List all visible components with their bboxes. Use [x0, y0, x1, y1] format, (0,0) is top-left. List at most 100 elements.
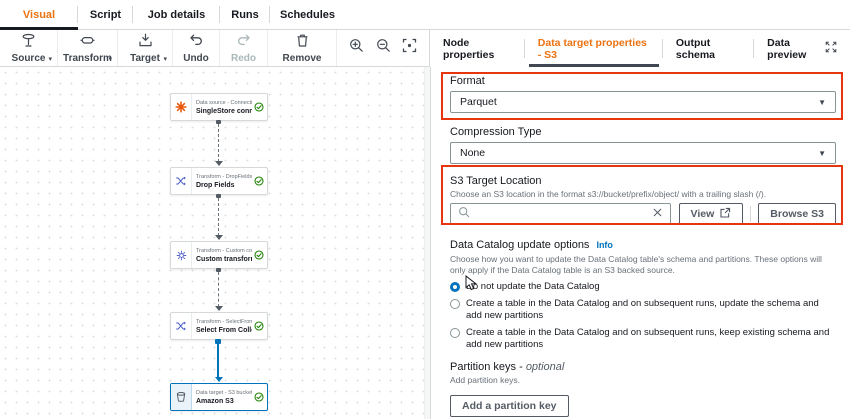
- compression-type-select[interactable]: None ▼: [450, 142, 836, 164]
- s3-target-location-label: S3 Target Location: [450, 175, 836, 188]
- edge-arrowhead: [215, 306, 223, 311]
- compression-select-value: None: [460, 147, 485, 159]
- node-amazon-s3[interactable]: Data target - S3 bucketAmazon S3: [170, 383, 268, 411]
- redo-icon: [236, 33, 251, 53]
- radio-label: Do not update the Data Catalog: [466, 281, 600, 293]
- tab-job-details[interactable]: Job details: [133, 0, 220, 29]
- search-icon: [458, 205, 470, 223]
- output-port[interactable]: [216, 194, 221, 198]
- shuffle-icon: [171, 313, 192, 339]
- success-check-icon: [254, 313, 267, 339]
- zoom-in-icon: [349, 38, 364, 58]
- zoom-out-button[interactable]: [376, 38, 391, 58]
- compression-type-label: Compression Type: [450, 126, 836, 139]
- tab-data-target-properties-s3[interactable]: Data target properties - S3: [525, 30, 663, 67]
- output-port[interactable]: [216, 120, 221, 124]
- properties-tab-bar: Node propertiesData target properties - …: [430, 30, 850, 67]
- node-text: Data source - ConnectionSingleStore conn…: [192, 94, 254, 120]
- edge[interactable]: [218, 272, 219, 307]
- tab-schedules[interactable]: Schedules: [270, 0, 345, 29]
- s3-location-input[interactable]: [476, 208, 646, 220]
- browse-s3-button[interactable]: Browse S3: [758, 203, 836, 225]
- source-tool-button[interactable]: Source▾: [0, 30, 58, 66]
- panel-tab-label: Data preview: [767, 37, 820, 61]
- node-text: Transform - Custom codeCustom transform: [192, 242, 254, 268]
- catalog-option-2[interactable]: Create a table in the Data Catalog and o…: [450, 298, 836, 322]
- catalog-option-1[interactable]: Do not update the Data Catalog: [450, 281, 836, 293]
- caret-down-icon: ▾: [48, 55, 52, 63]
- redo-tool-button: Redo: [220, 30, 268, 66]
- radio-button[interactable]: [450, 299, 460, 309]
- tab-label: Schedules: [280, 9, 335, 21]
- tab-visual[interactable]: Visual: [0, 0, 78, 29]
- external-link-icon: [719, 207, 731, 222]
- node-text: Transform - SelectFromCol...Select From …: [192, 313, 254, 339]
- view-button[interactable]: View: [679, 203, 744, 225]
- transform-tool-button[interactable]: Transform▾: [58, 30, 118, 66]
- radio-button-selected[interactable]: [450, 282, 460, 292]
- format-label: Format: [450, 75, 836, 88]
- tab-script[interactable]: Script: [78, 0, 133, 29]
- target-tool-button[interactable]: Target▾: [118, 30, 173, 66]
- tab-label: Job details: [148, 9, 205, 21]
- success-check-icon: [254, 242, 267, 268]
- shuffle-icon: [171, 168, 192, 194]
- chevron-down-icon: ▼: [818, 98, 826, 107]
- format-select[interactable]: Parquet ▼: [450, 91, 836, 113]
- catalog-options-description: Choose how you want to update the Data C…: [450, 254, 836, 276]
- tab-output-schema[interactable]: Output schema: [663, 30, 754, 67]
- custom-code-icon: [171, 242, 192, 268]
- node-custom-transform[interactable]: Transform - Custom codeCustom transform: [170, 241, 268, 269]
- tab-data-preview[interactable]: Data preview: [754, 30, 850, 67]
- partition-keys-label-text: Partition keys -: [450, 361, 526, 373]
- add-partition-key-button[interactable]: Add a partition key: [450, 395, 569, 417]
- chevron-down-icon: ▼: [818, 149, 826, 158]
- optional-text: optional: [526, 361, 565, 373]
- s3-target-location-description: Choose an S3 location in the format s3:/…: [450, 189, 836, 200]
- zoom-in-button[interactable]: [349, 38, 364, 58]
- radio-button[interactable]: [450, 328, 460, 338]
- node-title: Custom transform: [196, 255, 252, 264]
- browse-s3-button-label: Browse S3: [770, 208, 824, 220]
- radio-label: Create a table in the Data Catalog and o…: [466, 298, 836, 322]
- node-text: Transform - DropFieldsDrop Fields: [192, 168, 254, 194]
- edge-arrowhead: [215, 161, 223, 166]
- s3-bucket-icon: [171, 384, 192, 410]
- expand-icon[interactable]: [825, 41, 837, 56]
- node-caption: Transform - SelectFromCol...: [196, 319, 252, 326]
- info-link[interactable]: Info: [596, 240, 613, 250]
- node-caption: Data target - S3 bucket: [196, 390, 252, 397]
- edge[interactable]: [218, 198, 219, 236]
- partition-keys-description: Add partition keys.: [450, 375, 836, 386]
- edge-selected[interactable]: [217, 343, 219, 378]
- success-check-icon: [254, 384, 267, 410]
- catalog-options-radio-group: Do not update the Data Catalog Create a t…: [450, 281, 836, 351]
- glue-studio-visual-editor: VisualScript Job details Runs Schedules Sou…: [0, 0, 850, 419]
- tab-node-properties[interactable]: Node properties: [430, 30, 525, 67]
- undo-icon: [189, 33, 204, 53]
- node-singlestore-connecto[interactable]: Data source - ConnectionSingleStore conn…: [170, 93, 268, 121]
- node-title: Select From Collection: [196, 326, 252, 335]
- tool-label: Undo: [183, 54, 209, 64]
- node-select-from-collection[interactable]: Transform - SelectFromCol...Select From …: [170, 312, 268, 340]
- edge-arrowhead: [215, 235, 223, 240]
- catalog-option-3[interactable]: Create a table in the Data Catalog and o…: [450, 327, 836, 351]
- tab-runs[interactable]: Runs: [220, 0, 270, 29]
- node-caption: Data source - Connection: [196, 100, 252, 107]
- output-port[interactable]: [215, 339, 221, 344]
- clear-icon[interactable]: [652, 205, 663, 223]
- node-drop-fields[interactable]: Transform - DropFieldsDrop Fields: [170, 167, 268, 195]
- edge-arrowhead: [215, 377, 223, 382]
- catalog-options-label: Data Catalog update options: [450, 239, 589, 251]
- undo-tool-button[interactable]: Undo: [173, 30, 220, 66]
- s3-location-search-box[interactable]: [450, 203, 671, 225]
- job-graph-canvas[interactable]: Data source - ConnectionSingleStore conn…: [0, 67, 424, 419]
- tool-label: Redo: [231, 54, 256, 64]
- radio-label: Create a table in the Data Catalog and o…: [466, 327, 836, 351]
- tool-label: Remove: [283, 54, 322, 64]
- remove-tool-button[interactable]: Remove: [268, 30, 337, 66]
- output-port[interactable]: [216, 268, 221, 272]
- partition-keys-label: Partition keys - optional: [450, 361, 836, 374]
- fit-view-button[interactable]: [402, 38, 417, 58]
- edge[interactable]: [218, 124, 219, 162]
